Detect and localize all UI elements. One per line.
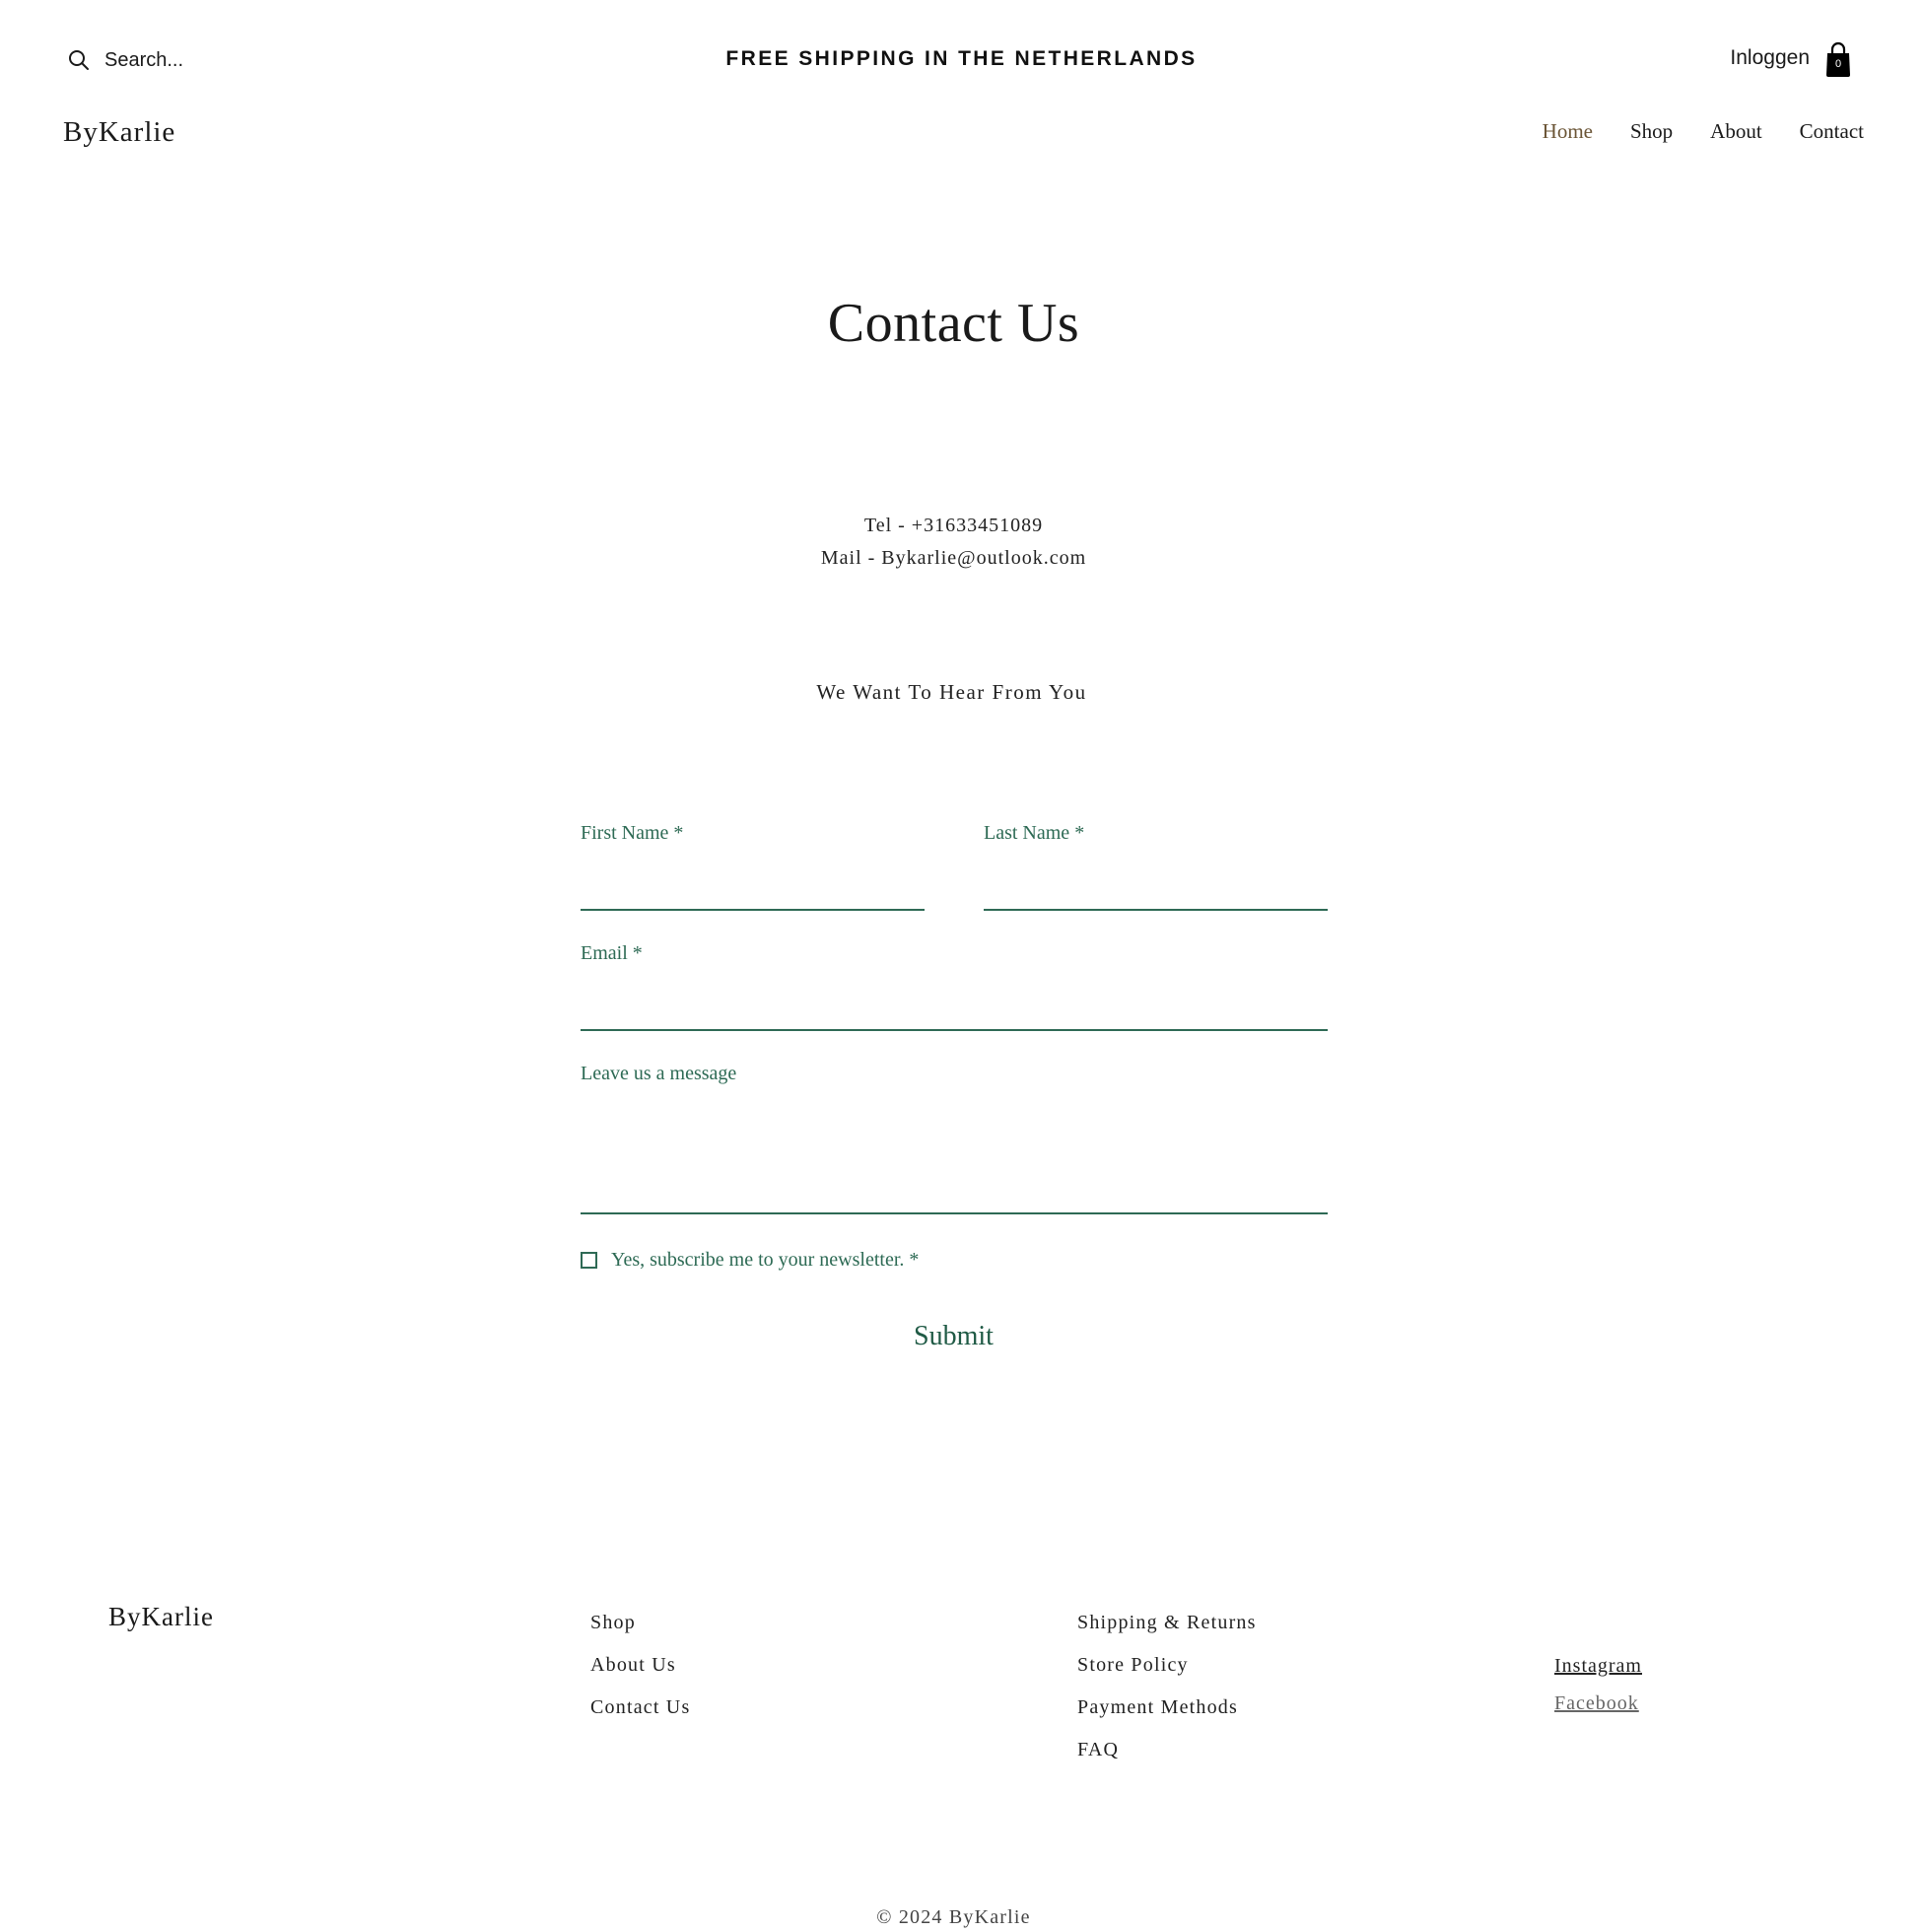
cart-button[interactable]: 0 bbox=[1823, 41, 1853, 79]
main-nav: Home Shop About Contact bbox=[1543, 119, 1864, 144]
footer-link-contact-us[interactable]: Contact Us bbox=[590, 1694, 690, 1720]
email-label: Email * bbox=[581, 942, 643, 964]
footer-social-links: Instagram Facebook bbox=[1554, 1653, 1642, 1716]
nav-item-home[interactable]: Home bbox=[1543, 119, 1593, 144]
nav-item-contact[interactable]: Contact bbox=[1800, 119, 1864, 144]
footer-link-shipping-returns[interactable]: Shipping & Returns bbox=[1077, 1610, 1257, 1635]
newsletter-option[interactable]: Yes, subscribe me to your newsletter. * bbox=[581, 1249, 919, 1272]
message-field[interactable] bbox=[581, 1096, 1328, 1214]
footer-link-about-us[interactable]: About Us bbox=[590, 1652, 690, 1678]
message-label: Leave us a message bbox=[581, 1063, 737, 1084]
page-title: Contact Us bbox=[827, 293, 1080, 354]
footer-link-faq[interactable]: FAQ bbox=[1077, 1737, 1257, 1762]
cart-count-badge: 0 bbox=[1834, 58, 1842, 70]
nav-item-shop[interactable]: Shop bbox=[1630, 119, 1673, 144]
facebook-link[interactable]: Facebook bbox=[1554, 1690, 1642, 1716]
submit-row: Submit bbox=[0, 1321, 1907, 1352]
last-name-label: Last Name * bbox=[984, 822, 1085, 844]
site-logo[interactable]: ByKarlie bbox=[63, 116, 175, 149]
submit-button[interactable]: Submit bbox=[904, 1321, 1003, 1352]
newsletter-checkbox[interactable] bbox=[581, 1252, 597, 1269]
login-link[interactable]: Inloggen bbox=[1676, 46, 1810, 70]
footer-links-main: Shop About Us Contact Us bbox=[590, 1610, 690, 1720]
newsletter-label: Yes, subscribe me to your newsletter. * bbox=[611, 1249, 920, 1271]
email-field[interactable] bbox=[581, 994, 1328, 1031]
announcement-banner: FREE SHIPPING IN THE NETHERLANDS bbox=[725, 47, 1198, 70]
footer-logo[interactable]: ByKarlie bbox=[108, 1602, 214, 1632]
form-subtitle: We Want To Hear From You bbox=[816, 680, 1087, 704]
contact-phone: Tel - +31633451089 bbox=[863, 515, 1044, 536]
instagram-link[interactable]: Instagram bbox=[1554, 1653, 1642, 1679]
first-name-label: First Name * bbox=[581, 822, 684, 844]
footer-link-payment-methods[interactable]: Payment Methods bbox=[1077, 1694, 1257, 1720]
contact-email: Mail - Bykarlie@outlook.com bbox=[820, 547, 1087, 569]
nav-item-about[interactable]: About bbox=[1710, 119, 1762, 144]
first-name-field[interactable] bbox=[581, 873, 925, 911]
footer-links-policy: Shipping & Returns Store Policy Payment … bbox=[1077, 1610, 1257, 1762]
footer-link-shop[interactable]: Shop bbox=[590, 1610, 690, 1635]
footer-link-store-policy[interactable]: Store Policy bbox=[1077, 1652, 1257, 1678]
copyright-text: © 2024 ByKarlie bbox=[876, 1906, 1031, 1928]
last-name-field[interactable] bbox=[984, 873, 1328, 911]
